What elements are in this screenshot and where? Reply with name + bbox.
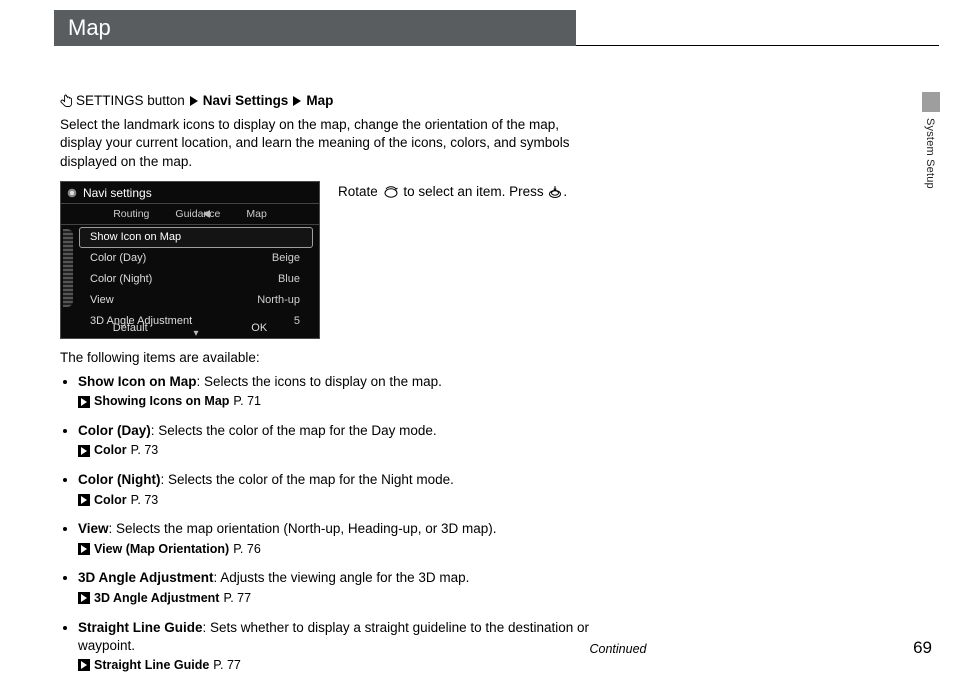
list-item: 3D Angle Adjustment: Adjusts the viewing… [78, 569, 600, 606]
page-number: 69 [913, 637, 932, 660]
gear-icon [67, 188, 77, 198]
menu-item-color-day: Color (Day) Beige [79, 248, 313, 269]
menu-item-color-night: Color (Night) Blue [79, 269, 313, 290]
following-label: The following items are available: [60, 349, 600, 367]
xref: Straight Line Guide P. 77 [78, 657, 600, 674]
xref-arrow-icon [78, 445, 90, 457]
breadcrumb-arrow-icon [293, 96, 301, 106]
items-list: Show Icon on Map: Selects the icons to d… [60, 373, 600, 674]
navi-ok-button: OK [251, 321, 267, 336]
breadcrumb-map: Map [306, 92, 333, 110]
list-item: View: Selects the map orientation (North… [78, 520, 600, 557]
tab-guidance: Guidance [175, 207, 220, 221]
breadcrumb-navi: Navi Settings [203, 92, 289, 110]
rotate-dial-icon [383, 185, 399, 204]
menu-item-view: View North-up [79, 290, 313, 311]
navi-tabs: Routing Guidance Map [61, 204, 319, 224]
xref-arrow-icon [78, 543, 90, 555]
xref: 3D Angle Adjustment P. 77 [78, 590, 600, 607]
xref: Showing Icons on Map P. 71 [78, 393, 600, 410]
rotate-instruction: Rotate to select an item. Press . [338, 181, 600, 204]
xref: View (Map Orientation) P. 76 [78, 541, 600, 558]
xref-arrow-icon [78, 659, 90, 671]
xref: Color P. 73 [78, 492, 600, 509]
list-item: Color (Day): Selects the color of the ma… [78, 422, 600, 459]
navi-header: Navi settings [83, 185, 152, 201]
tab-routing: Routing [113, 207, 149, 221]
page-title-bar: Map [54, 10, 576, 46]
navi-settings-screenshot: Navi settings Routing Guidance Map Show … [60, 181, 320, 339]
scroll-knurl-icon [63, 229, 73, 307]
xref: Color P. 73 [78, 442, 600, 459]
continued-label: Continued [298, 641, 938, 658]
side-tab: System Setup [922, 92, 940, 188]
list-item: Show Icon on Map: Selects the icons to d… [78, 373, 600, 410]
page-title: Map [68, 13, 111, 43]
navi-default-button: Default [113, 321, 148, 336]
settings-button-icon [60, 94, 72, 108]
tab-map: Map [246, 207, 266, 221]
breadcrumb-settings: SETTINGS button [76, 92, 185, 110]
xref-arrow-icon [78, 396, 90, 408]
breadcrumb: SETTINGS button Navi Settings Map [60, 92, 600, 110]
xref-arrow-icon [78, 494, 90, 506]
menu-item-show-icon: Show Icon on Map [79, 227, 313, 248]
side-tab-marker [922, 92, 940, 112]
breadcrumb-arrow-icon [190, 96, 198, 106]
xref-arrow-icon [78, 592, 90, 604]
intro-paragraph: Select the landmark icons to display on … [60, 116, 600, 171]
list-item: Color (Night): Selects the color of the … [78, 471, 600, 508]
title-rule [576, 45, 939, 46]
side-tab-label: System Setup [922, 118, 937, 189]
tab-arrow-left-icon [203, 210, 210, 218]
press-button-icon [548, 185, 562, 204]
